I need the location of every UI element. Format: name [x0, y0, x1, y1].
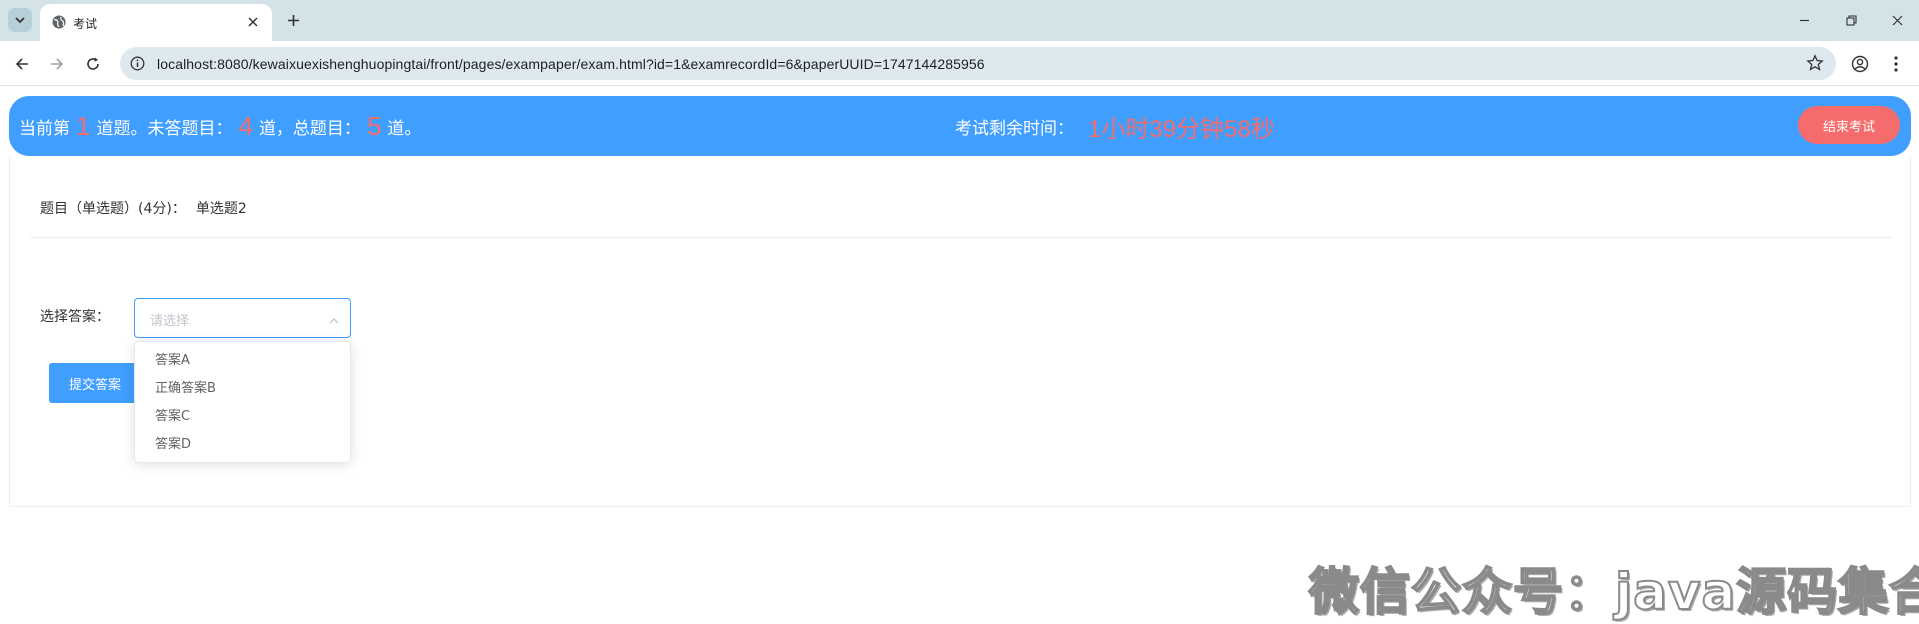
question-content: 单选题2 [195, 201, 247, 217]
question-title: 题目（单选题）(4分)： 单选题2 [40, 198, 247, 218]
star-icon[interactable] [1806, 54, 1824, 76]
more-menu-icon[interactable] [1882, 50, 1910, 78]
browser-tab-bar: 考试 [0, 0, 1919, 41]
end-exam-button[interactable]: 结束考试 [1798, 106, 1900, 144]
progress-text-1: 道题。未答题目： [96, 118, 233, 138]
question-type-label: 题目（单选题）(4分)： [40, 201, 186, 217]
profile-icon[interactable] [1846, 50, 1874, 78]
back-arrow-icon[interactable] [8, 50, 36, 78]
remaining-time: 考试剩余时间： 1小时39分钟58秒 [955, 96, 1275, 156]
tab-title: 考试 [73, 17, 98, 31]
progress-suffix: 道。 [387, 118, 422, 138]
time-label: 考试剩余时间： [955, 118, 1074, 138]
submit-answer-button[interactable]: 提交答案 [49, 363, 141, 403]
dropdown-option[interactable]: 答案C [135, 403, 350, 431]
browser-tab[interactable]: 考试 [40, 4, 272, 41]
exam-status-banner: 当前第 1 道题。未答题目： 4 道，总题目： 5 道。 考试剩余时间： 1小时… [9, 96, 1911, 156]
forward-arrow-icon[interactable] [43, 50, 71, 78]
info-icon[interactable] [130, 56, 145, 75]
select-placeholder: 请选择 [150, 314, 190, 329]
progress-text-2: 道，总题目： [258, 118, 361, 138]
browser-toolbar: localhost:8080/kewaixuexishenghuopingtai… [0, 41, 1919, 86]
close-window-icon[interactable] [1882, 6, 1912, 34]
restore-icon[interactable] [1836, 6, 1866, 34]
url-text[interactable]: localhost:8080/kewaixuexishenghuopingtai… [157, 56, 985, 72]
current-question-number: 1 [76, 110, 91, 141]
watermark: 微信公众号：java源码集合 [1308, 562, 1919, 622]
minimize-icon[interactable] [1789, 6, 1819, 34]
reload-icon[interactable] [79, 50, 107, 78]
progress-prefix: 当前第 [19, 118, 70, 138]
chevron-up-icon [328, 312, 340, 331]
address-bar[interactable]: localhost:8080/kewaixuexishenghuopingtai… [120, 47, 1836, 80]
close-icon[interactable] [244, 13, 262, 31]
globe-icon [51, 14, 67, 34]
answer-label: 选择答案： [40, 309, 110, 325]
divider [30, 237, 1892, 238]
total-count: 5 [366, 110, 382, 141]
plus-icon[interactable] [281, 8, 305, 32]
answer-dropdown: 答案A 正确答案B 答案C 答案D [134, 341, 351, 463]
time-value: 1小时39分钟58秒 [1088, 115, 1275, 143]
answer-select[interactable]: 请选择 [134, 298, 351, 338]
tab-search-icon[interactable] [8, 8, 32, 32]
unanswered-count: 4 [238, 110, 253, 141]
dropdown-option[interactable]: 正确答案B [135, 375, 350, 403]
dropdown-option[interactable]: 答案D [135, 431, 350, 459]
exam-page: 当前第 1 道题。未答题目： 4 道，总题目： 5 道。 考试剩余时间： 1小时… [0, 87, 1919, 622]
question-progress: 当前第 1 道题。未答题目： 4 道，总题目： 5 道。 [19, 96, 421, 156]
dropdown-option[interactable]: 答案A [135, 347, 350, 375]
